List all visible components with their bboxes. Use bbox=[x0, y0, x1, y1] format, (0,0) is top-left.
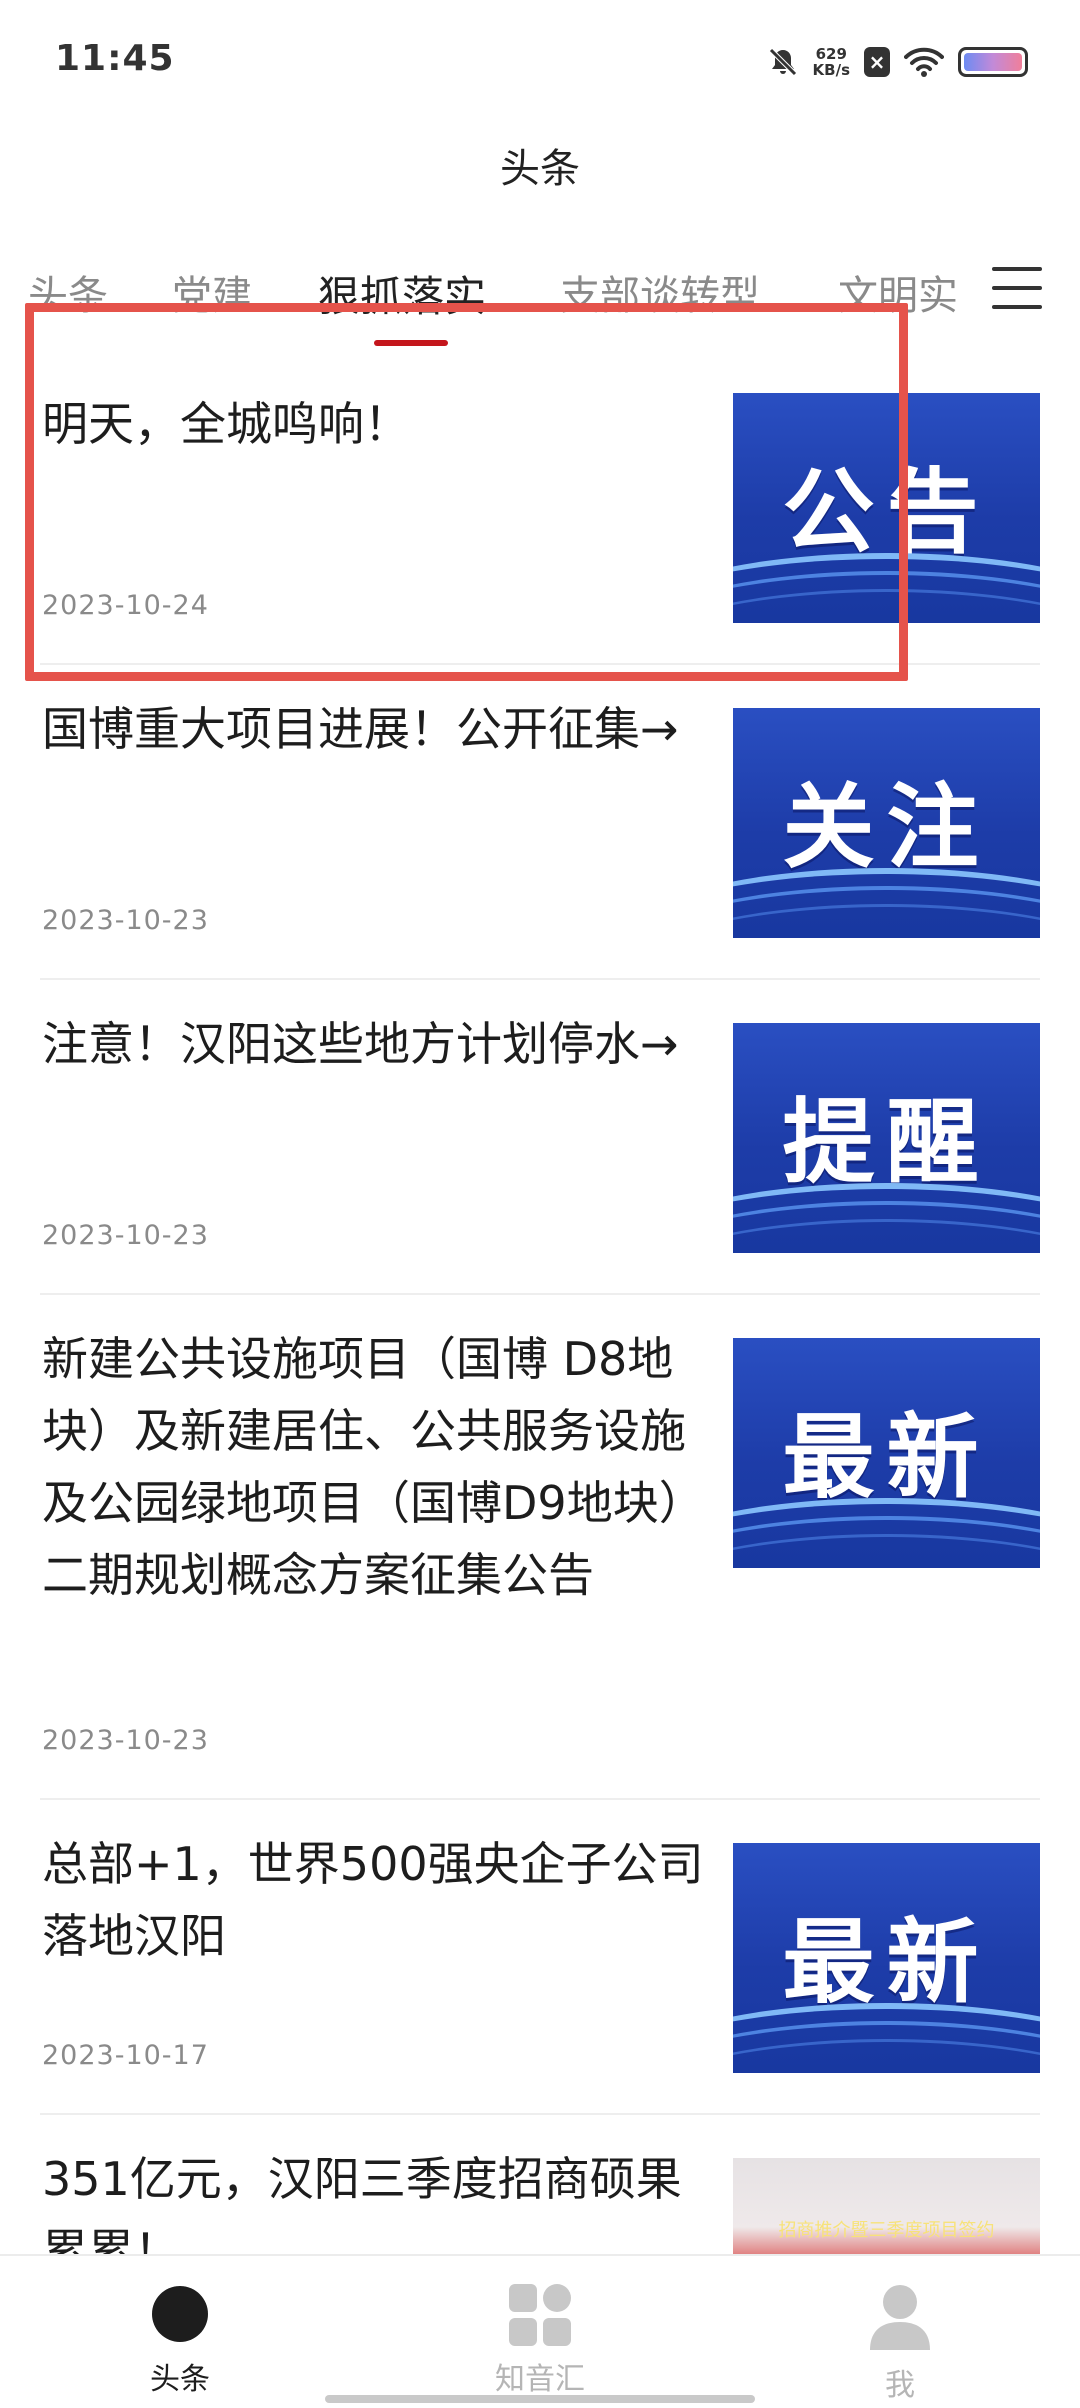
news-title: 351亿元，汉阳三季度招商硕果累累！ bbox=[42, 2152, 682, 2255]
nav-label: 知音汇 bbox=[495, 2362, 585, 2397]
news-thumbnail: 最新 bbox=[733, 1843, 1040, 2073]
nav-item-toutiao[interactable]: 头条 bbox=[80, 2256, 280, 2408]
net-speed-value: 629 bbox=[815, 45, 847, 63]
network-speed: 629 KB/s bbox=[813, 46, 850, 78]
news-thumbnail-photo: 招商推介暨三季度项目签约 bbox=[733, 2158, 1040, 2255]
news-date: 2023-10-24 bbox=[42, 590, 209, 621]
nav-item-me[interactable]: 我 bbox=[800, 2256, 1000, 2408]
photo-banner-text: 招商推介暨三季度项目签约 bbox=[778, 2220, 995, 2241]
news-title: 国博重大项目进展！公开征集→ bbox=[42, 702, 679, 756]
tab-toutiao[interactable]: 头条 bbox=[28, 263, 108, 321]
news-date: 2023-10-23 bbox=[42, 905, 209, 936]
tab-dangjian[interactable]: 党建 bbox=[172, 263, 252, 321]
news-thumbnail: 提醒 bbox=[733, 1023, 1040, 1253]
net-speed-unit: KB/s bbox=[812, 61, 850, 79]
news-thumbnail: 关注 bbox=[733, 708, 1040, 938]
battery-icon bbox=[958, 47, 1028, 77]
tab-wenmingshi[interactable]: 文明实 bbox=[838, 263, 958, 321]
home-indicator[interactable] bbox=[325, 2395, 755, 2403]
news-item[interactable]: 351亿元，汉阳三季度招商硕果累累！ 招商推介暨三季度项目签约 bbox=[40, 2115, 1040, 2255]
mute-icon bbox=[768, 48, 797, 76]
tab-henzhualuoshi[interactable]: 狠抓落实 bbox=[318, 263, 486, 324]
news-thumbnail: 公告 bbox=[733, 393, 1040, 623]
grid-icon bbox=[509, 2284, 571, 2346]
status-icons: 629 KB/s × bbox=[767, 40, 1028, 84]
bottom-nav: 头条 知音汇 我 bbox=[0, 2254, 1080, 2408]
nav-item-zhiyinhui[interactable]: 知音汇 bbox=[440, 2256, 640, 2408]
nav-label: 我 bbox=[885, 2368, 915, 2403]
tabs-scroll[interactable]: 头条 党建 狠抓落实 支部谈转型 文明实 bbox=[0, 245, 960, 355]
status-time: 11:45 bbox=[55, 38, 175, 79]
news-date: 2023-10-23 bbox=[42, 1220, 209, 1251]
news-item[interactable]: 注意！汉阳这些地方计划停水→ 2023-10-23 提醒 bbox=[40, 980, 1040, 1295]
news-item[interactable]: 新建公共设施项目（国博 D8地块）及新建居住、公共服务设施及公园绿地项目（国博D… bbox=[40, 1295, 1040, 1800]
menu-icon[interactable] bbox=[992, 263, 1042, 313]
news-item[interactable]: 总部+1，世界500强央企子公司落地汉阳 2023-10-17 最新 bbox=[40, 1800, 1040, 2115]
news-title: 新建公共设施项目（国博 D8地块）及新建居住、公共服务设施及公园绿地项目（国博D… bbox=[42, 1332, 705, 1602]
news-list[interactable]: 明天，全城鸣响！ 2023-10-24 公告 国博重大项目进展！公开征集→ 20… bbox=[0, 350, 1080, 2255]
thumb-label: 提醒 bbox=[782, 1089, 991, 1196]
home-dot-icon bbox=[152, 2286, 208, 2342]
news-item[interactable]: 国博重大项目进展！公开征集→ 2023-10-23 关注 bbox=[40, 665, 1040, 980]
news-title: 明天，全城鸣响！ bbox=[42, 397, 410, 451]
news-item[interactable]: 明天，全城鸣响！ 2023-10-24 公告 bbox=[40, 350, 1040, 665]
category-tab-bar: 头条 党建 狠抓落实 支部谈转型 文明实 bbox=[0, 245, 1080, 355]
page-title: 头条 bbox=[500, 146, 580, 192]
tab-zhibu-tanzhuanxing[interactable]: 支部谈转型 bbox=[560, 263, 760, 321]
news-date: 2023-10-17 bbox=[42, 2040, 209, 2071]
nav-label: 头条 bbox=[150, 2362, 210, 2397]
thumb-label: 关注 bbox=[782, 774, 991, 881]
wifi-icon bbox=[904, 47, 944, 77]
thumb-label: 最新 bbox=[782, 1909, 991, 2016]
news-title: 总部+1，世界500强央企子公司落地汉阳 bbox=[42, 1837, 704, 1963]
news-title: 注意！汉阳这些地方计划停水→ bbox=[42, 1017, 679, 1071]
thumb-label: 公告 bbox=[782, 459, 991, 566]
no-sim-icon: × bbox=[864, 47, 890, 77]
active-tab-indicator bbox=[374, 340, 448, 346]
user-icon bbox=[870, 2285, 930, 2350]
news-thumbnail: 最新 bbox=[733, 1338, 1040, 1568]
status-bar: 11:45 629 KB/s × bbox=[0, 0, 1080, 120]
news-date: 2023-10-23 bbox=[42, 1725, 209, 1756]
thumb-label: 最新 bbox=[782, 1404, 991, 1511]
